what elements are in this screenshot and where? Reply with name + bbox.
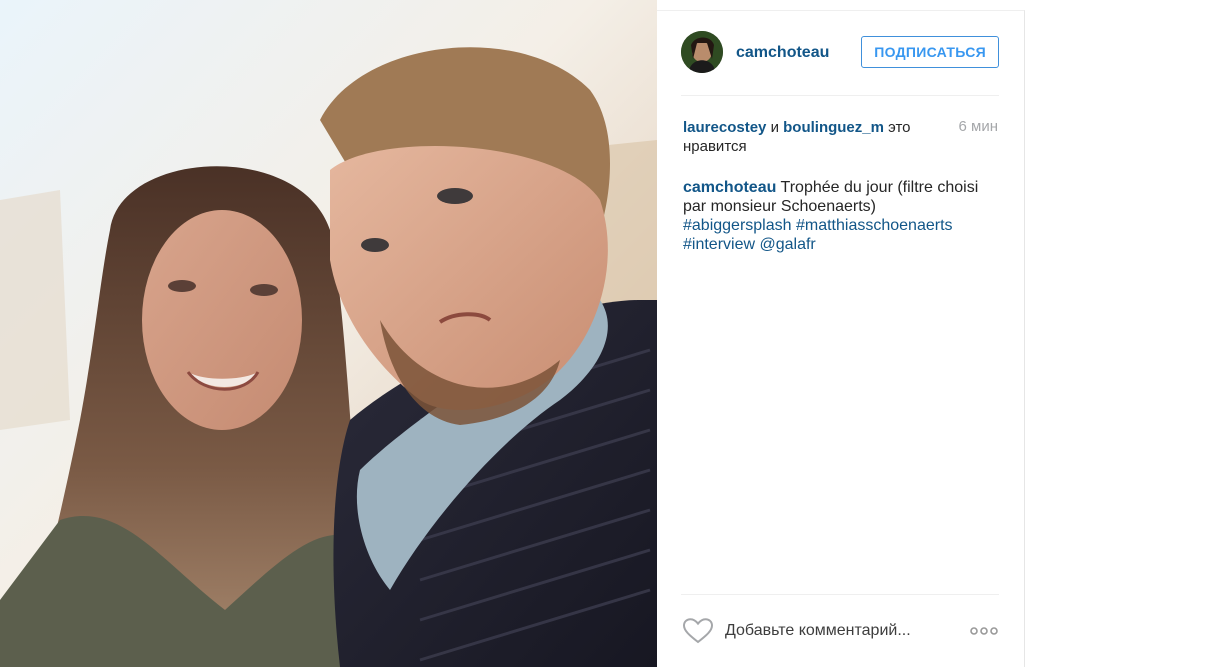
follow-button[interactable]: ПОДПИСАТЬСЯ — [861, 36, 999, 68]
hashtag-link[interactable]: #abiggersplash — [683, 217, 792, 234]
avatar[interactable] — [681, 31, 723, 73]
liker-link[interactable]: laurecostey — [683, 119, 766, 136]
caption-author-link[interactable]: camchoteau — [683, 179, 776, 196]
likes-connector: и — [770, 119, 779, 136]
instagram-post-view: camchoteau ПОДПИСАТЬСЯ laurecostey и bou… — [0, 0, 1205, 667]
post-caption: camchoteau Trophée du jour (filtre chois… — [683, 178, 999, 254]
liker-link[interactable]: boulinguez_m — [783, 119, 884, 136]
post-photo[interactable] — [0, 0, 657, 667]
comment-bar — [681, 616, 999, 646]
selfie-illustration — [0, 0, 657, 667]
heart-icon[interactable] — [683, 618, 713, 644]
divider — [681, 594, 999, 595]
username-link[interactable]: camchoteau — [736, 44, 829, 62]
more-options-icon[interactable] — [969, 625, 999, 637]
post-header: camchoteau ПОДПИСАТЬСЯ — [681, 31, 999, 75]
post-timestamp[interactable]: 6 мин — [959, 118, 999, 135]
hashtag-link[interactable]: #interview — [683, 236, 755, 253]
divider — [681, 95, 999, 96]
post-side-panel: camchoteau ПОДПИСАТЬСЯ laurecostey и bou… — [657, 10, 1025, 667]
hashtag-link[interactable]: #matthiasschoenaerts — [796, 217, 953, 234]
avatar-image — [681, 31, 723, 73]
mention-link[interactable]: @galafr — [759, 236, 815, 253]
likes-summary: laurecostey и boulinguez_m это нравится — [683, 118, 933, 156]
comment-input[interactable] — [725, 620, 955, 642]
